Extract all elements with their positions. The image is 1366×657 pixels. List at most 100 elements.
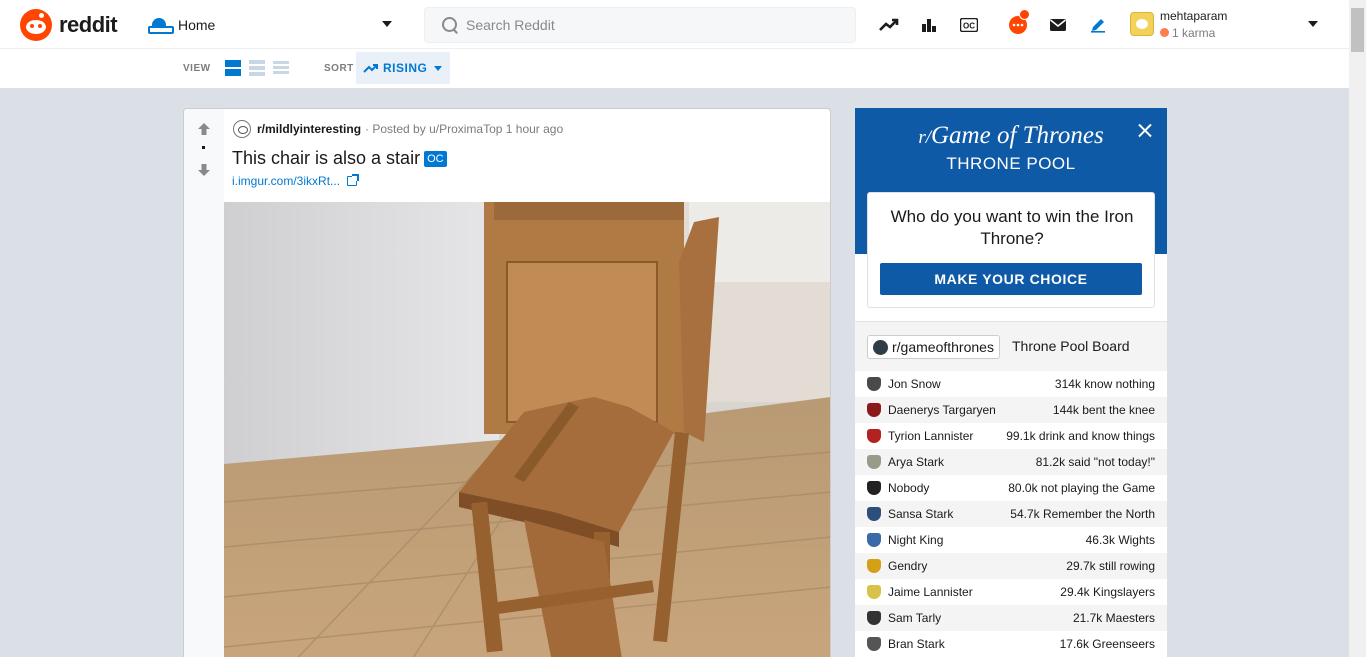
chevron-down-icon — [1308, 21, 1318, 27]
board-row: Arya Stark 81.2k said "not today!" — [855, 449, 1167, 475]
trending-icon[interactable] — [877, 13, 901, 37]
row-value: 314k know nothing — [1054, 377, 1155, 391]
upvote-icon[interactable] — [197, 122, 211, 136]
sort-label: SORT — [324, 63, 354, 74]
pencil-icon[interactable] — [1086, 13, 1110, 37]
chevron-down-icon — [434, 65, 443, 71]
post-link-text[interactable]: i.imgur.com/3ikxRt... — [232, 174, 340, 188]
card-view-icon[interactable] — [224, 59, 242, 77]
sigil-icon — [867, 403, 881, 417]
post-card[interactable]: r/mildlyinteresting · Posted by u/Proxim… — [183, 108, 831, 657]
avatar — [1130, 12, 1154, 36]
row-name: Night King — [888, 533, 944, 547]
classic-view-icon[interactable] — [248, 59, 266, 77]
post-title[interactable]: This chair is also a stair OC — [232, 148, 447, 169]
reddit-logo[interactable]: reddit — [20, 9, 118, 41]
row-value: 17.6k Greenseers — [1059, 637, 1155, 651]
subreddit-icon — [873, 339, 888, 355]
subreddit-chip-label: r/gameofthrones — [892, 339, 994, 355]
search-input[interactable] — [466, 17, 846, 33]
row-name: Daenerys Targaryen — [888, 403, 996, 417]
chevron-down-icon — [382, 21, 392, 27]
downvote-icon[interactable] — [197, 163, 211, 177]
make-choice-button[interactable]: MAKE YOUR CHOICE — [880, 263, 1142, 295]
sigil-icon — [867, 611, 881, 625]
row-value: 99.1k drink and know things — [1006, 429, 1155, 443]
sigil-icon — [867, 481, 881, 495]
home-icon — [148, 18, 174, 34]
chair-photo — [224, 202, 830, 657]
board-row: Bran Stark 17.6k Greenseers — [855, 631, 1167, 657]
row-value: 21.7k Maesters — [1072, 611, 1155, 625]
widget-title-prefix: r/ — [918, 127, 931, 148]
top-header: reddit Home OC mehtaparam 1 karma — [0, 0, 1349, 49]
sort-value: RISING — [383, 61, 428, 75]
sort-dropdown[interactable]: RISING — [356, 52, 450, 84]
sigil-icon — [867, 585, 881, 599]
board-row: Nobody 80.0k not playing the Game — [855, 475, 1167, 501]
sigil-icon — [867, 637, 881, 651]
sigil-icon — [867, 377, 881, 391]
row-name: Jon Snow — [888, 377, 941, 391]
board-row: Jon Snow 314k know nothing — [855, 371, 1167, 397]
board-row: Sansa Stark 54.7k Remember the North — [855, 501, 1167, 527]
search-bar[interactable] — [424, 7, 856, 43]
search-icon — [441, 16, 459, 34]
rising-icon — [363, 64, 378, 73]
widget-subtitle: THRONE POOL — [946, 154, 1076, 173]
board-row: Tyrion Lannister 99.1k drink and know thi… — [855, 423, 1167, 449]
board-header: r/gameofthrones Throne Pool Board — [855, 321, 1167, 371]
row-value: 144k bent the knee — [1052, 403, 1155, 417]
row-name: Jaime Lannister — [888, 585, 973, 599]
row-value: 80.0k not playing the Game — [1008, 481, 1155, 495]
oc-icon[interactable]: OC — [957, 13, 981, 37]
karma-count: 1 karma — [1172, 26, 1216, 40]
username: mehtaparam — [1160, 9, 1228, 23]
board-row: Jaime Lannister 29.4k Kingslayers — [855, 579, 1167, 605]
row-name: Nobody — [888, 481, 930, 495]
user-menu[interactable]: mehtaparam 1 karma — [1130, 8, 1330, 42]
posted-by: · Posted by u/ProximaTop 1 hour ago — [365, 122, 564, 136]
notification-badge — [1019, 9, 1030, 20]
row-name: Tyrion Lannister — [888, 429, 974, 443]
view-label: VIEW — [183, 63, 211, 74]
post-title-text[interactable]: This chair is also a stair — [232, 148, 420, 169]
feed-label: Home — [178, 17, 216, 33]
snoo-icon — [20, 9, 52, 41]
feed-dropdown[interactable]: Home — [148, 10, 398, 40]
sigil-icon — [867, 455, 881, 469]
row-value: 46.3k Wights — [1085, 533, 1155, 547]
mail-icon[interactable] — [1046, 13, 1070, 37]
subreddit-chip[interactable]: r/gameofthrones — [867, 335, 1000, 359]
row-name: Bran Stark — [888, 637, 945, 651]
close-icon[interactable] — [1135, 121, 1155, 141]
subreddit-icon[interactable] — [233, 120, 251, 138]
vote-question: Who do you want to win the Iron Throne? — [890, 207, 1134, 248]
stats-icon[interactable] — [917, 13, 941, 37]
page-scrollbar[interactable] — [1349, 0, 1366, 657]
chat-icon[interactable] — [1006, 9, 1030, 37]
logo-text: reddit — [59, 12, 118, 37]
sigil-icon — [867, 429, 881, 443]
board-list: Jon Snow 314k know nothing Daenerys Targar… — [855, 371, 1167, 657]
compact-view-icon[interactable] — [272, 59, 290, 77]
row-name: Sam Tarly — [888, 611, 942, 625]
row-name: Arya Stark — [888, 455, 945, 469]
board-title: Throne Pool Board — [1012, 338, 1130, 354]
external-link-icon — [347, 174, 360, 186]
vote-card: Who do you want to win the Iron Throne? … — [867, 192, 1155, 308]
sigil-icon — [867, 533, 881, 547]
row-value: 81.2k said "not today!" — [1035, 455, 1155, 469]
view-sort-bar: VIEW SORT RISING — [0, 49, 1349, 88]
row-value: 54.7k Remember the North — [1010, 507, 1155, 521]
scrollbar-thumb[interactable] — [1351, 8, 1364, 52]
board-row: Night King 46.3k Wights — [855, 527, 1167, 553]
svg-text:OC: OC — [963, 22, 975, 31]
post-link[interactable]: i.imgur.com/3ikxRt... — [232, 174, 360, 188]
post-meta: r/mildlyinteresting · Posted by u/Proxim… — [233, 120, 563, 138]
widget-title-text: Game of Thrones — [931, 122, 1104, 149]
subreddit-link[interactable]: r/mildlyinteresting — [257, 122, 361, 136]
board-row: Sam Tarly 21.7k Maesters — [855, 605, 1167, 631]
post-image[interactable] — [224, 202, 830, 657]
karma-icon — [1160, 28, 1169, 37]
